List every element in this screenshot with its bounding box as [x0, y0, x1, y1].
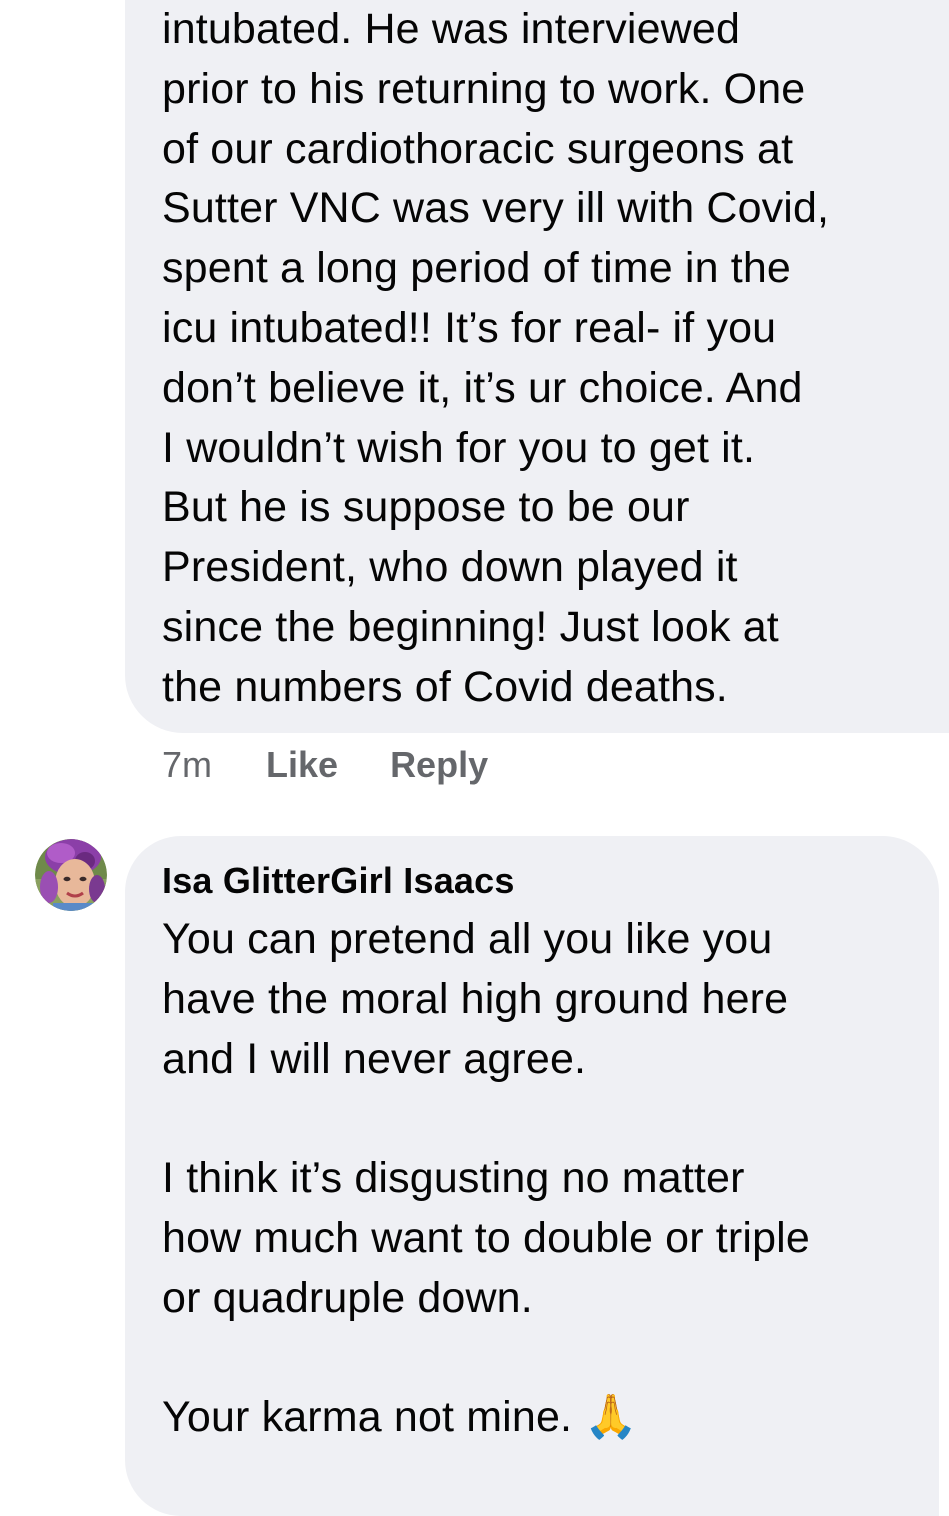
comment-timestamp[interactable]: 7m	[162, 744, 212, 786]
reply-button[interactable]: Reply	[390, 744, 488, 786]
comment-text: intubated. He was interviewed prior to h…	[162, 5, 830, 711]
avatar[interactable]	[35, 839, 107, 911]
comment-author[interactable]: Isa GlitterGirl Isaacs	[162, 860, 515, 902]
comment-actions: 7m Like Reply	[162, 741, 540, 789]
like-button[interactable]: Like	[266, 744, 338, 786]
comment-text: You can pretend all you like you have th…	[162, 910, 932, 1448]
profile-photo-icon	[35, 839, 107, 911]
comment-text-body: You can pretend all you like you have th…	[162, 915, 810, 1442]
folded-hands-emoji-icon: 🙏	[584, 1392, 638, 1443]
